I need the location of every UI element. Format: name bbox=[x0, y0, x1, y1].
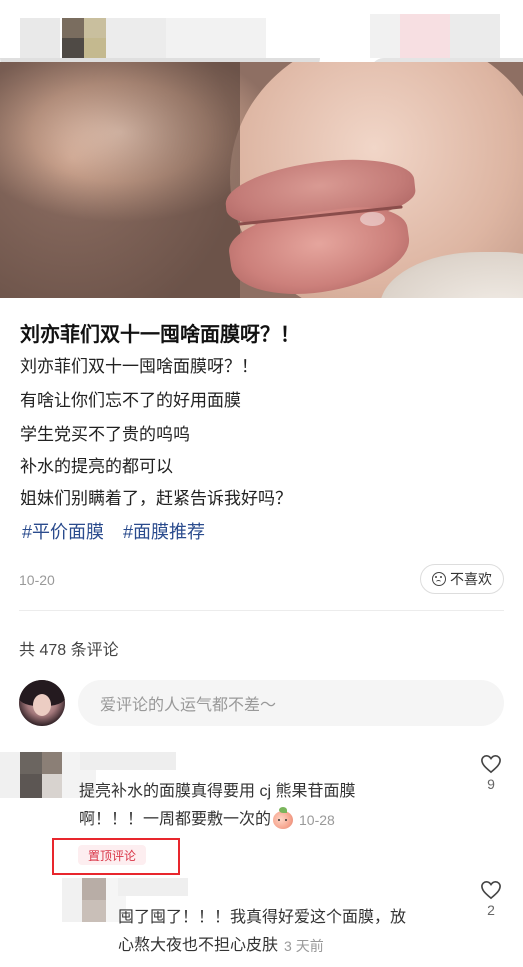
post-body-line: 姐妹们别瞒着了，赶紧告诉我好吗？ bbox=[20, 489, 292, 508]
like-count: 2 bbox=[487, 902, 495, 918]
reply-text: 囤了囤了！！！我真得好爱这个面膜，放 bbox=[118, 909, 407, 926]
comment-text: 啊！！！一周都要敷一次的 bbox=[79, 811, 272, 828]
post-body-line: 有啥让你们忘不了的好用面膜 bbox=[20, 391, 241, 410]
comment-text: 提亮补水的面膜真得要用 cj 熊果苷面膜 bbox=[79, 783, 356, 800]
post-title: 刘亦菲们双十一囤啥面膜呀？！ bbox=[20, 324, 300, 346]
heart-icon bbox=[480, 754, 501, 774]
post-tags: #平价面膜 #面膜推荐 bbox=[22, 518, 219, 544]
dislike-label: 不喜欢 bbox=[450, 571, 492, 587]
post-body-line: 刘亦菲们双十一囤啥面膜呀？！ bbox=[20, 357, 258, 376]
like-button[interactable]: 2 bbox=[480, 880, 502, 918]
reply-name-pixelated[interactable] bbox=[118, 878, 188, 896]
tag-link[interactable]: #面膜推荐 bbox=[123, 522, 205, 542]
reply-avatar-pixelated[interactable] bbox=[62, 878, 126, 922]
avatar[interactable] bbox=[19, 680, 65, 726]
heart-icon bbox=[480, 880, 501, 900]
divider bbox=[19, 610, 504, 611]
like-count: 9 bbox=[487, 776, 495, 792]
reply-date: 3 天前 bbox=[284, 938, 324, 954]
pinned-comment-badge: 置顶评论 bbox=[78, 845, 146, 865]
top-pixelated-header bbox=[0, 0, 523, 70]
post-body-line: 补水的提亮的都可以 bbox=[20, 457, 173, 476]
frown-face-icon bbox=[432, 572, 446, 586]
dislike-button[interactable]: 不喜欢 bbox=[420, 564, 504, 594]
comment-count: 共 478 条评论 bbox=[19, 642, 119, 659]
post-date: 10-20 bbox=[19, 572, 55, 588]
post-hero-image[interactable] bbox=[0, 62, 523, 298]
tag-link[interactable]: #平价面膜 bbox=[22, 522, 104, 542]
reply-text: 心熬大夜也不担心皮肤 bbox=[118, 937, 279, 954]
comment-text-line2: 啊！！！一周都要敷一次的 10-28 bbox=[79, 806, 335, 834]
like-button[interactable]: 9 bbox=[480, 754, 502, 792]
peach-face-emoji-icon bbox=[273, 807, 294, 829]
comment-input[interactable]: 爱评论的人运气都不差～ bbox=[78, 680, 504, 726]
reply-text-line2: 心熬大夜也不担心皮肤 3 天前 bbox=[118, 932, 324, 960]
post-body-line: 学生党买不了贵的呜呜 bbox=[20, 425, 190, 444]
comment-date: 10-28 bbox=[299, 812, 335, 828]
commenter-name-pixelated[interactable] bbox=[80, 752, 176, 770]
